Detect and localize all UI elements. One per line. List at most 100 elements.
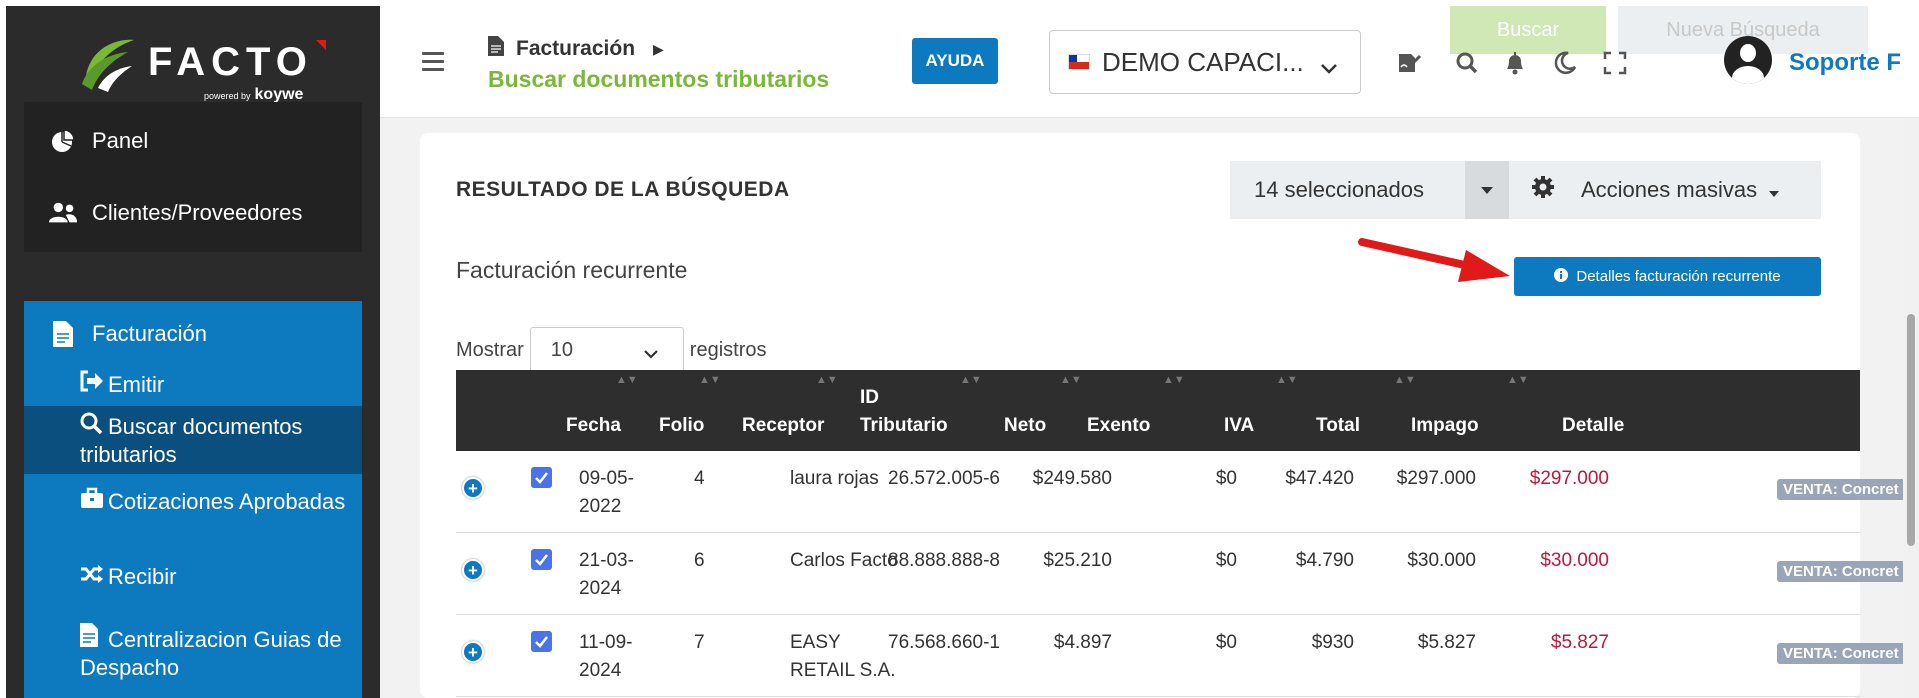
cell-fecha: 09-05- 2022: [579, 468, 634, 517]
breadcrumb: Facturación ▶: [488, 36, 664, 62]
cell-iva: $47.420: [1285, 468, 1354, 489]
cell-id: 88.888.888-8: [888, 550, 1000, 571]
row-checkbox[interactable]: [531, 549, 552, 570]
page-scrollbar[interactable]: [1903, 118, 1919, 698]
logo-brand: koywe: [254, 86, 304, 103]
caret-down-icon: [1481, 181, 1493, 199]
company-selector[interactable]: DEMO CAPACI...: [1049, 30, 1361, 94]
row-checkbox[interactable]: [531, 631, 552, 652]
checkmark-icon: [535, 554, 548, 566]
breadcrumb-item[interactable]: Facturación: [516, 37, 635, 61]
top-header: Buscar Nueva Búsqueda Facturación ▶ Busc…: [380, 6, 1919, 118]
cell-impago: $297.000: [1529, 468, 1609, 489]
bell-icon[interactable]: [1502, 50, 1528, 76]
sidebar-group-facturacion: Facturación Emitir Buscar documentos tri…: [24, 301, 362, 698]
cell-exento: $0: [1215, 468, 1237, 489]
cell-folio: 7: [694, 632, 705, 653]
file-icon: [48, 321, 78, 347]
sort-icon: ▲▼: [960, 374, 982, 386]
annotation-arrow-icon: [1358, 238, 1510, 282]
sidebar-subitem-recibir[interactable]: Recibir: [24, 561, 362, 603]
mass-actions-button[interactable]: Acciones masivas: [1509, 161, 1821, 219]
detalle-badge[interactable]: VENTA: Concret: [1777, 479, 1905, 500]
details-button-label: Detalles facturación recurrente: [1576, 268, 1781, 285]
expand-row-icon[interactable]: +: [462, 477, 484, 499]
page-length-control: Mostrar 10 registros: [456, 327, 767, 373]
col-header-label: Neto: [1004, 415, 1047, 436]
company-name: DEMO CAPACI...: [1102, 46, 1304, 77]
user-name[interactable]: Soporte F: [1789, 49, 1901, 77]
cell-iva: $930: [1311, 632, 1354, 653]
sort-icon: ▲▼: [1276, 374, 1298, 386]
table-row[interactable]: + 11-09- 2024 7 EASY RETAIL S.A. 76.568.66…: [456, 615, 1905, 697]
caret-right-icon: ▶: [653, 40, 664, 57]
sidebar-item-panel[interactable]: Panel: [24, 102, 362, 180]
recurrent-details-button[interactable]: Detalles facturación recurrente: [1514, 257, 1821, 296]
hamburger-menu-icon[interactable]: [422, 52, 444, 76]
search-icon[interactable]: [1454, 50, 1480, 76]
help-button[interactable]: AYUDA: [912, 38, 998, 84]
checkmark-icon: [535, 636, 548, 648]
selected-dropdown-toggle[interactable]: [1465, 161, 1509, 219]
shuffle-icon: [80, 563, 108, 591]
file-icon: [488, 36, 504, 62]
page-title: Buscar documentos tributarios: [488, 66, 830, 92]
records-label: registros: [689, 338, 767, 361]
cell-id: 26.572.005-6: [888, 468, 1000, 489]
checkmark-icon: [535, 472, 548, 484]
cell-total: $297.000: [1396, 468, 1476, 489]
mass-actions-label: Acciones masivas: [1581, 177, 1758, 202]
sidebar-subitem-label: Recibir: [108, 564, 177, 589]
sidebar-subitem-buscar[interactable]: Buscar documentos tributarios: [24, 406, 362, 474]
cell-id: 76.568.660-1: [888, 632, 1000, 653]
sidebar: FACTO powered by koywe Panel Clientes/Pro…: [6, 6, 380, 698]
table-header: ▲▼ Fecha ▲▼ Folio ▲▼ Receptor ▲▼ ID Tributari…: [456, 370, 1860, 451]
page-length-select[interactable]: 10: [529, 327, 684, 373]
col-header-label: Tributario: [860, 415, 948, 436]
sidebar-subitem-label: Buscar documentos tributarios: [80, 414, 303, 467]
sidebar-subitem-centralizacion[interactable]: Centralizacion Guias de Despacho: [24, 621, 362, 698]
table-row[interactable]: + 21-03- 2024 6 Carlos Facto 88.888.888-8…: [456, 533, 1905, 615]
facto-logo-icon: [82, 39, 134, 92]
moon-icon[interactable]: [1552, 50, 1578, 76]
col-header-label: ID: [860, 387, 879, 408]
sidebar-item-label: Panel: [92, 128, 149, 153]
col-header-label: Folio: [659, 415, 705, 436]
cell-exento: $0: [1215, 632, 1237, 653]
caret-down-icon: [1769, 177, 1780, 203]
table-row[interactable]: + 09-05- 2022 4 laura rojas 26.572.005-6 …: [456, 451, 1905, 533]
expand-row-icon[interactable]: +: [462, 641, 484, 663]
facto-logo[interactable]: FACTO powered by koywe: [76, 28, 326, 106]
signature-icon[interactable]: [1396, 50, 1422, 76]
sidebar-subitem-cotizaciones[interactable]: Cotizaciones Aprobadas: [24, 479, 362, 541]
sort-icon: ▲▼: [1163, 374, 1185, 386]
expand-row-icon[interactable]: +: [462, 559, 484, 581]
show-label: Mostrar: [456, 338, 524, 361]
sort-icon: ▲▼: [699, 374, 721, 386]
logo-accent-icon: [316, 40, 326, 50]
row-checkbox[interactable]: [531, 467, 552, 488]
fullscreen-icon[interactable]: [1602, 50, 1628, 76]
sidebar-subitem-label: Emitir: [108, 372, 165, 397]
sidebar-item-facturacion[interactable]: Facturación: [48, 321, 207, 347]
cell-folio: 4: [694, 468, 705, 489]
page-length-value: 10: [550, 338, 574, 361]
scrollbar-thumb[interactable]: [1907, 314, 1915, 546]
logo-word: FACTO: [148, 40, 313, 84]
detalle-badge[interactable]: VENTA: Concret: [1777, 643, 1905, 664]
col-header-label: Receptor: [742, 415, 825, 436]
col-header-label: Detalle: [1562, 415, 1625, 436]
sidebar-subitem-label: Cotizaciones Aprobadas: [108, 489, 346, 514]
sidebar-item-clientes[interactable]: Clientes/Proveedores: [24, 174, 362, 252]
sort-icon: ▲▼: [616, 374, 638, 386]
cell-folio: 6: [694, 550, 705, 571]
selected-count-button[interactable]: 14 seleccionados: [1230, 161, 1465, 219]
ghost-search-button[interactable]: Buscar: [1450, 6, 1606, 54]
sort-icon: ▲▼: [1507, 374, 1529, 386]
sort-icon: ▲▼: [1060, 374, 1082, 386]
detalle-badge[interactable]: VENTA: Concret: [1777, 561, 1905, 582]
cell-fecha: 11-09- 2024: [579, 632, 633, 681]
search-icon: [80, 412, 108, 441]
avatar[interactable]: [1724, 36, 1772, 84]
sidebar-subitem-emitir[interactable]: Emitir: [24, 363, 362, 405]
